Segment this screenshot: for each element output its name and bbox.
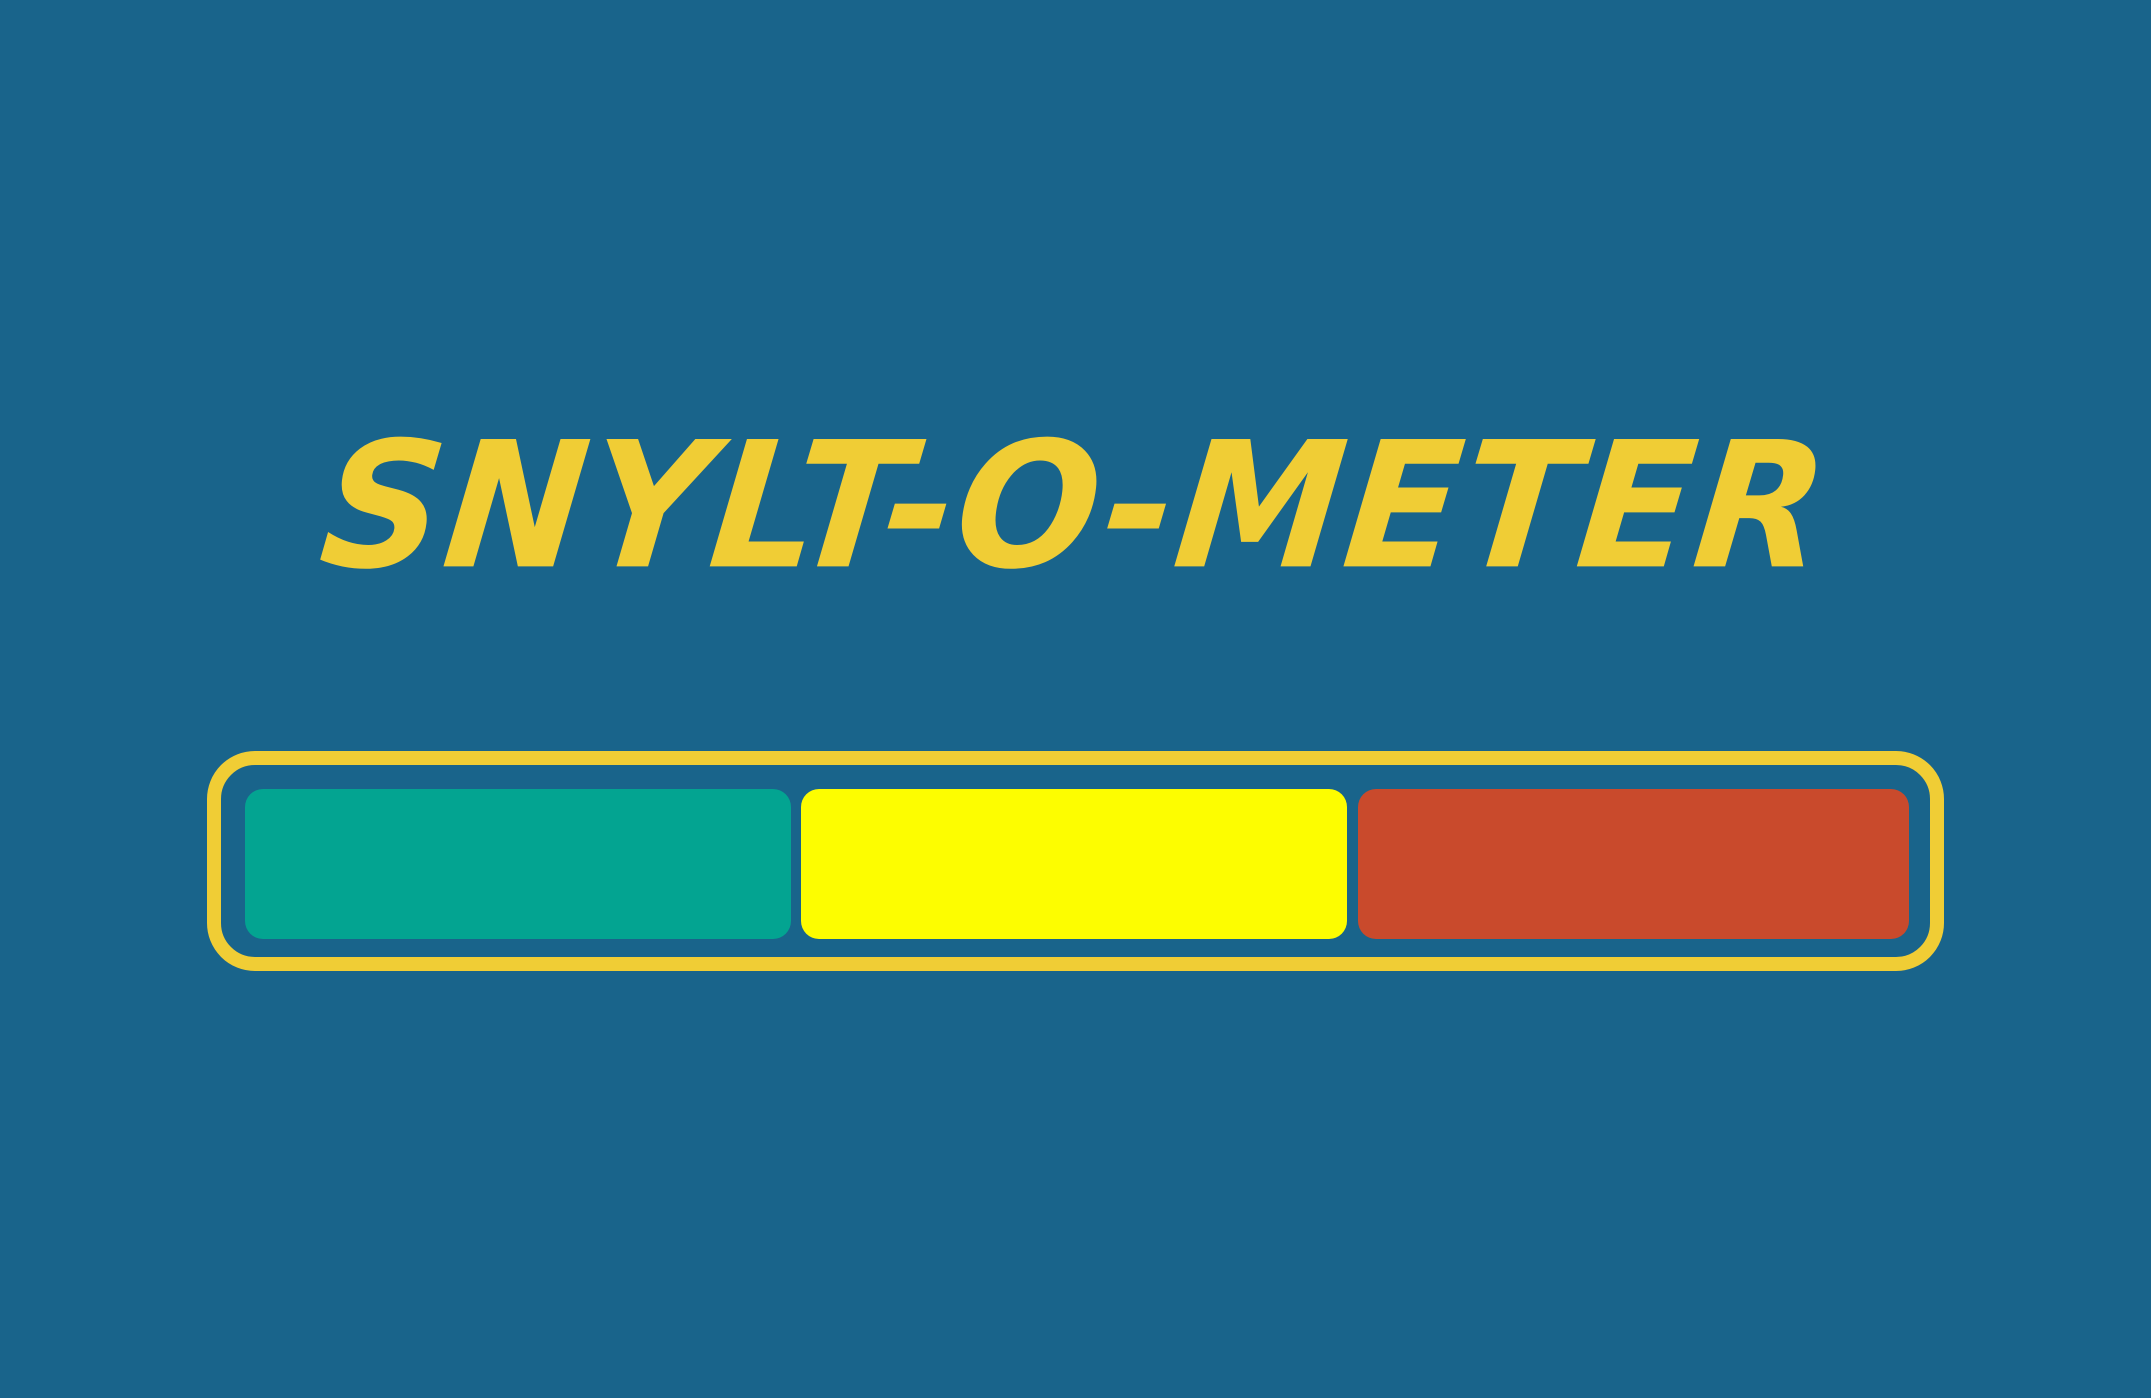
page-title: SNYLT-O-METER [312,404,1839,608]
meter-segment-red [1358,789,1909,939]
meter-segment-green [245,789,791,939]
snylt-o-meter-canvas: SNYLT-O-METER [0,0,2151,1398]
meter-bar [207,751,1944,971]
meter-segment-yellow [801,789,1347,939]
